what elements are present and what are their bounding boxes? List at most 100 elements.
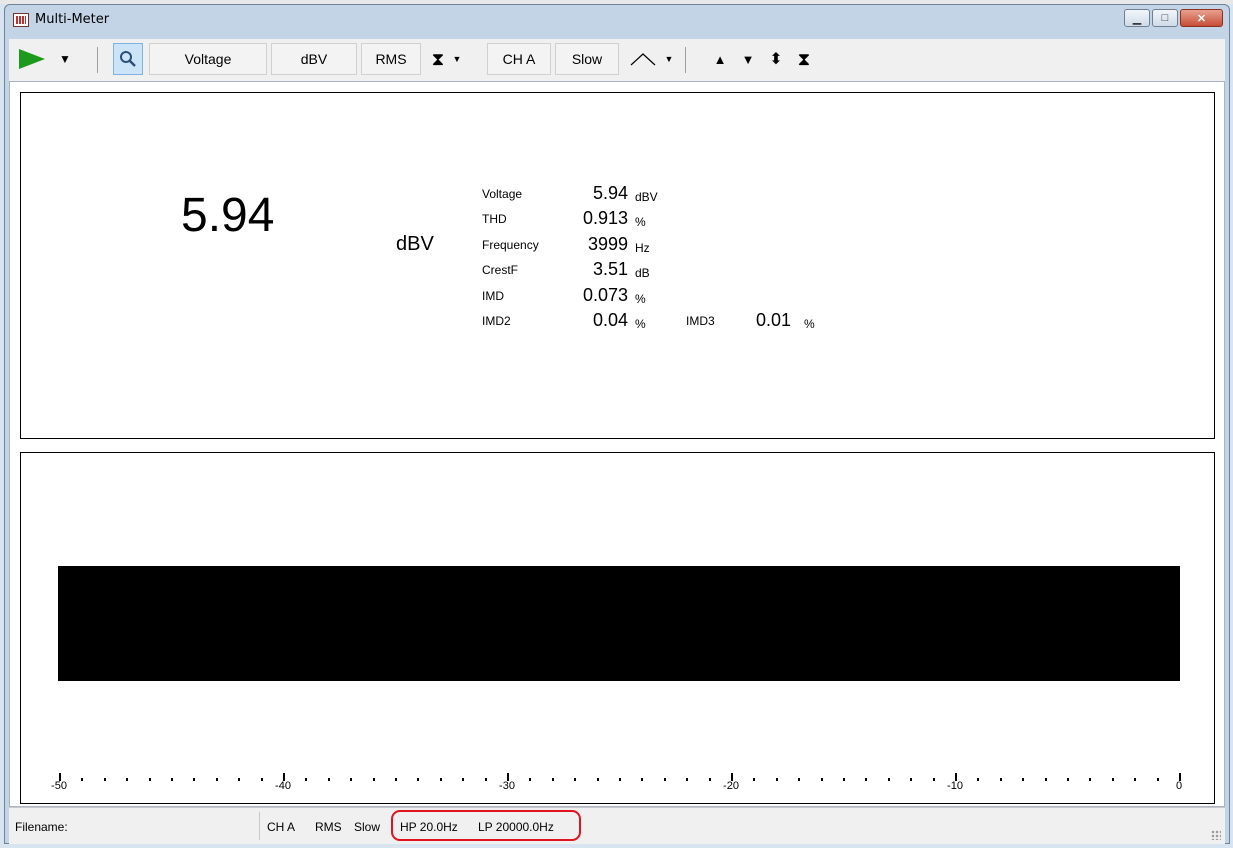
reading-label-imd: IMD bbox=[482, 289, 504, 303]
minimize-icon: ▁ bbox=[1132, 12, 1142, 25]
scale-tick bbox=[417, 778, 420, 781]
reading-unit-imd2: % bbox=[635, 317, 646, 331]
reading-label-thd: THD bbox=[482, 212, 507, 226]
compress-scale-button[interactable]: ⧗ bbox=[793, 43, 815, 75]
scale-tick bbox=[910, 778, 913, 781]
zoom-button[interactable] bbox=[113, 43, 143, 75]
bar-meter-panel: -50 -40 -30 -20 -10 0 bbox=[20, 452, 1215, 804]
filter-highlight-outline bbox=[391, 810, 581, 841]
scale-label: -30 bbox=[499, 780, 515, 792]
filename-label: Filename: bbox=[15, 820, 68, 834]
range-button[interactable]: ⧗ bbox=[427, 43, 449, 75]
scale-tick bbox=[126, 778, 129, 781]
play-icon bbox=[19, 49, 45, 69]
scale-tick bbox=[977, 778, 980, 781]
meter-client-area: 5.94 dBV Voltage 5.94 dBV THD 0.913 % Fr… bbox=[9, 81, 1225, 807]
range-dropdown[interactable]: ▼ bbox=[449, 43, 465, 75]
run-options-dropdown[interactable]: ▼ bbox=[53, 43, 77, 75]
run-button[interactable] bbox=[15, 43, 49, 75]
channel-button[interactable]: CH A bbox=[487, 43, 551, 75]
scale-tick bbox=[641, 778, 644, 781]
scale-tick bbox=[596, 778, 599, 781]
scale-tick bbox=[1134, 778, 1137, 781]
compress-icon: ⧗ bbox=[797, 48, 811, 69]
mode-button[interactable]: Voltage bbox=[149, 43, 267, 75]
maximize-icon: □ bbox=[1161, 12, 1169, 24]
chevron-down-icon: ▼ bbox=[452, 54, 462, 64]
reading-label-imd2: IMD2 bbox=[482, 314, 511, 328]
status-channel: CH A bbox=[267, 820, 296, 834]
scale-label: -40 bbox=[275, 780, 291, 792]
scale-tick bbox=[843, 778, 845, 781]
weighting-dropdown[interactable]: ▼ bbox=[661, 43, 677, 75]
scale-down-button[interactable]: ▼ bbox=[737, 43, 759, 75]
scale-tick bbox=[686, 778, 689, 781]
weighting-button[interactable] bbox=[625, 43, 661, 75]
scale-tick bbox=[260, 778, 263, 781]
scale-tick bbox=[103, 778, 106, 781]
scale-tick bbox=[327, 778, 330, 781]
status-speed: Slow bbox=[354, 820, 381, 834]
scale-tick bbox=[350, 778, 353, 781]
scale-tick bbox=[551, 778, 554, 781]
close-button[interactable]: ✕ bbox=[1180, 9, 1223, 27]
reading-value-imd3: 0.01 bbox=[755, 310, 791, 330]
scale-tick bbox=[999, 778, 1002, 781]
maximize-button[interactable]: □ bbox=[1152, 9, 1178, 27]
scale-tick bbox=[865, 778, 868, 781]
scale-tick bbox=[663, 778, 666, 781]
scale-tick bbox=[753, 778, 756, 781]
scale-tick bbox=[820, 778, 823, 781]
readout-panel: 5.94 dBV Voltage 5.94 dBV THD 0.913 % Fr… bbox=[20, 92, 1215, 439]
scale-tick bbox=[775, 778, 778, 781]
reading-label-imd3: IMD3 bbox=[686, 314, 715, 328]
scale-label: -50 bbox=[51, 780, 67, 792]
status-bar: Filename: CH A RMS Slow HP 20.0Hz LP 200… bbox=[9, 807, 1225, 844]
triangle-down-icon: ▼ bbox=[741, 51, 755, 67]
scale-tick bbox=[708, 778, 711, 781]
window-controls: ▁ □ ✕ bbox=[1124, 9, 1223, 27]
reading-label-crestf: CrestF bbox=[482, 263, 518, 277]
expand-icon: ⬍ bbox=[769, 51, 783, 68]
filter-curve-icon bbox=[630, 53, 656, 66]
scale-tick bbox=[574, 778, 577, 781]
reading-value-imd: 0.073 bbox=[582, 285, 628, 305]
reading-value-imd2: 0.04 bbox=[592, 310, 628, 330]
app-icon bbox=[13, 13, 29, 27]
scale-label: -10 bbox=[947, 780, 963, 792]
main-unit: dBV bbox=[396, 233, 434, 255]
scale-tick bbox=[619, 778, 621, 781]
scale-tick bbox=[932, 778, 935, 781]
reading-label-frequency: Frequency bbox=[482, 238, 539, 252]
scale-tick bbox=[887, 778, 890, 781]
toolbar: ▼ Voltage dBV RMS ⧗ ▼ CH A Slow ▼ ▲ ▼ ⬍ … bbox=[9, 39, 1225, 81]
scale-tick bbox=[215, 778, 218, 781]
scale-label: 0 bbox=[1175, 780, 1183, 792]
scale-tick bbox=[305, 778, 308, 781]
scale-tick bbox=[798, 778, 801, 781]
scale-tick bbox=[484, 778, 487, 781]
scale-tick bbox=[1067, 778, 1069, 781]
reading-unit-thd: % bbox=[635, 215, 646, 229]
unit-button[interactable]: dBV bbox=[271, 43, 357, 75]
reading-label-voltage: Voltage bbox=[482, 187, 523, 201]
scale-up-button[interactable]: ▲ bbox=[709, 43, 731, 75]
scale-tick bbox=[238, 778, 241, 781]
speed-button[interactable]: Slow bbox=[555, 43, 619, 75]
reading-unit-imd3: % bbox=[804, 317, 815, 331]
status-separator bbox=[259, 812, 260, 840]
multimeter-window: Multi-Meter ▁ □ ✕ ▼ Voltage dBV RMS ⧗ ▼ … bbox=[4, 4, 1230, 844]
title-bar[interactable]: Multi-Meter ▁ □ ✕ bbox=[5, 5, 1229, 39]
detector-button[interactable]: RMS bbox=[361, 43, 421, 75]
reading-unit-crestf: dB bbox=[635, 266, 650, 280]
scale-tick bbox=[372, 778, 375, 781]
scale-tick bbox=[148, 778, 151, 781]
expand-scale-button[interactable]: ⬍ bbox=[765, 43, 787, 75]
scale-tick bbox=[395, 778, 397, 781]
reading-unit-voltage: dBV bbox=[635, 190, 658, 204]
scale-tick bbox=[193, 778, 196, 781]
scale-label: -20 bbox=[723, 780, 739, 792]
resize-grip-icon[interactable] bbox=[1211, 830, 1221, 840]
minimize-button[interactable]: ▁ bbox=[1124, 9, 1150, 27]
magnifier-icon bbox=[120, 51, 136, 67]
